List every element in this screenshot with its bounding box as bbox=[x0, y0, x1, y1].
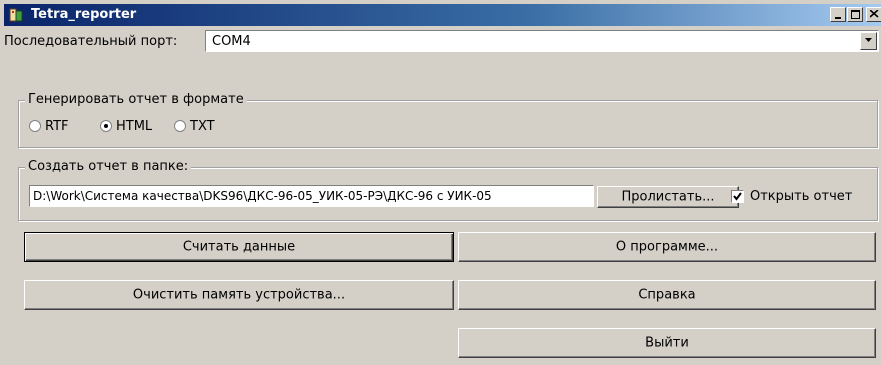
minimize-icon[interactable] bbox=[830, 7, 846, 22]
read-data-label: Считать данные bbox=[182, 239, 296, 255]
maximize-icon[interactable] bbox=[847, 7, 863, 22]
read-data-button[interactable]: Считать данные bbox=[24, 232, 454, 262]
browse-button[interactable]: Пролистать... bbox=[597, 186, 739, 208]
folder-path-input[interactable]: D:\Work\Система качества\DKS96\ДКС-96-05… bbox=[29, 185, 594, 207]
radio-rtf-circle[interactable] bbox=[29, 120, 41, 132]
clear-memory-button[interactable]: Очистить память устройства... bbox=[24, 280, 454, 310]
window-title: Tetra_reporter bbox=[31, 7, 137, 22]
port-value: COM4 bbox=[212, 34, 251, 49]
radio-txt-circle[interactable] bbox=[174, 120, 186, 132]
port-select[interactable]: COM4 bbox=[205, 30, 879, 52]
browse-button-label: Пролистать... bbox=[621, 189, 715, 205]
open-report-label[interactable]: Открыть отчет bbox=[750, 189, 852, 204]
help-label: Справка bbox=[638, 287, 696, 303]
about-button[interactable]: О программе... bbox=[458, 232, 876, 262]
radio-txt-label[interactable]: TXT bbox=[190, 119, 215, 134]
help-button[interactable]: Справка bbox=[458, 280, 876, 310]
folder-group-legend: Создать отчет в папке: bbox=[25, 159, 192, 174]
radio-html-label[interactable]: HTML bbox=[116, 119, 152, 134]
radio-html-circle[interactable] bbox=[100, 120, 112, 132]
radio-rtf-label[interactable]: RTF bbox=[45, 119, 69, 134]
folder-group: Создать отчет в папке: D:\Work\Система к… bbox=[18, 159, 878, 221]
title-bar[interactable]: Tetra_reporter bbox=[4, 4, 881, 26]
checkmark-icon[interactable] bbox=[731, 190, 744, 203]
format-group-legend: Генерировать отчет в формате bbox=[25, 92, 247, 107]
format-group: Генерировать отчет в формате RTF HTML TX… bbox=[18, 92, 878, 148]
clear-memory-label: Очистить память устройства... bbox=[132, 287, 346, 303]
about-label: О программе... bbox=[615, 239, 719, 255]
main-window: Tetra_reporter Последовательный порт: CO… bbox=[0, 0, 881, 365]
exit-button[interactable]: Выйти bbox=[458, 328, 876, 358]
close-icon[interactable] bbox=[866, 7, 881, 22]
exit-label: Выйти bbox=[645, 335, 689, 351]
app-icon bbox=[9, 7, 25, 23]
radio-selected-dot bbox=[104, 124, 108, 128]
port-label: Последовательный порт: bbox=[4, 34, 178, 49]
chevron-down-icon[interactable] bbox=[860, 32, 877, 50]
folder-path-value: D:\Work\Система качества\DKS96\ДКС-96-05… bbox=[33, 189, 492, 203]
